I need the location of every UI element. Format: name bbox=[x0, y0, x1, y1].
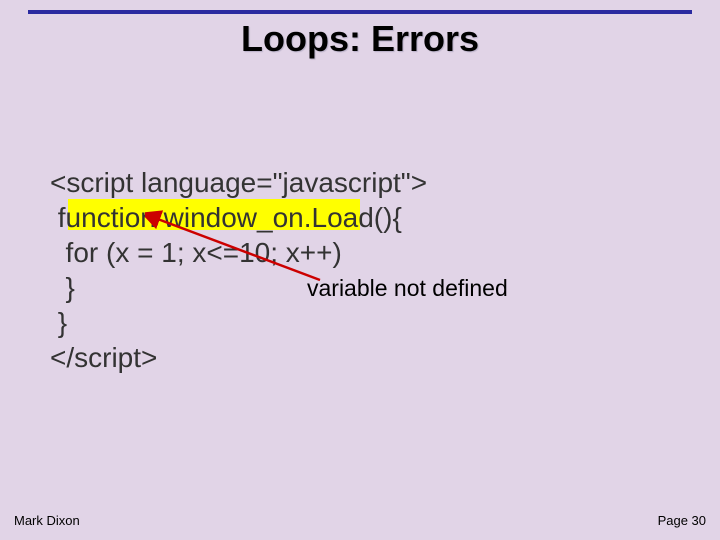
footer-page: Page 30 bbox=[658, 513, 706, 528]
code-line-5: } bbox=[50, 307, 67, 338]
title-divider bbox=[28, 10, 692, 14]
code-line-4: } bbox=[50, 272, 75, 303]
error-arrow bbox=[145, 210, 355, 290]
code-line-1: <script language="javascript"> bbox=[50, 167, 427, 198]
slide-title: Loops: Errors bbox=[0, 18, 720, 60]
footer-author: Mark Dixon bbox=[14, 513, 80, 528]
code-line-6: </script> bbox=[50, 342, 157, 373]
